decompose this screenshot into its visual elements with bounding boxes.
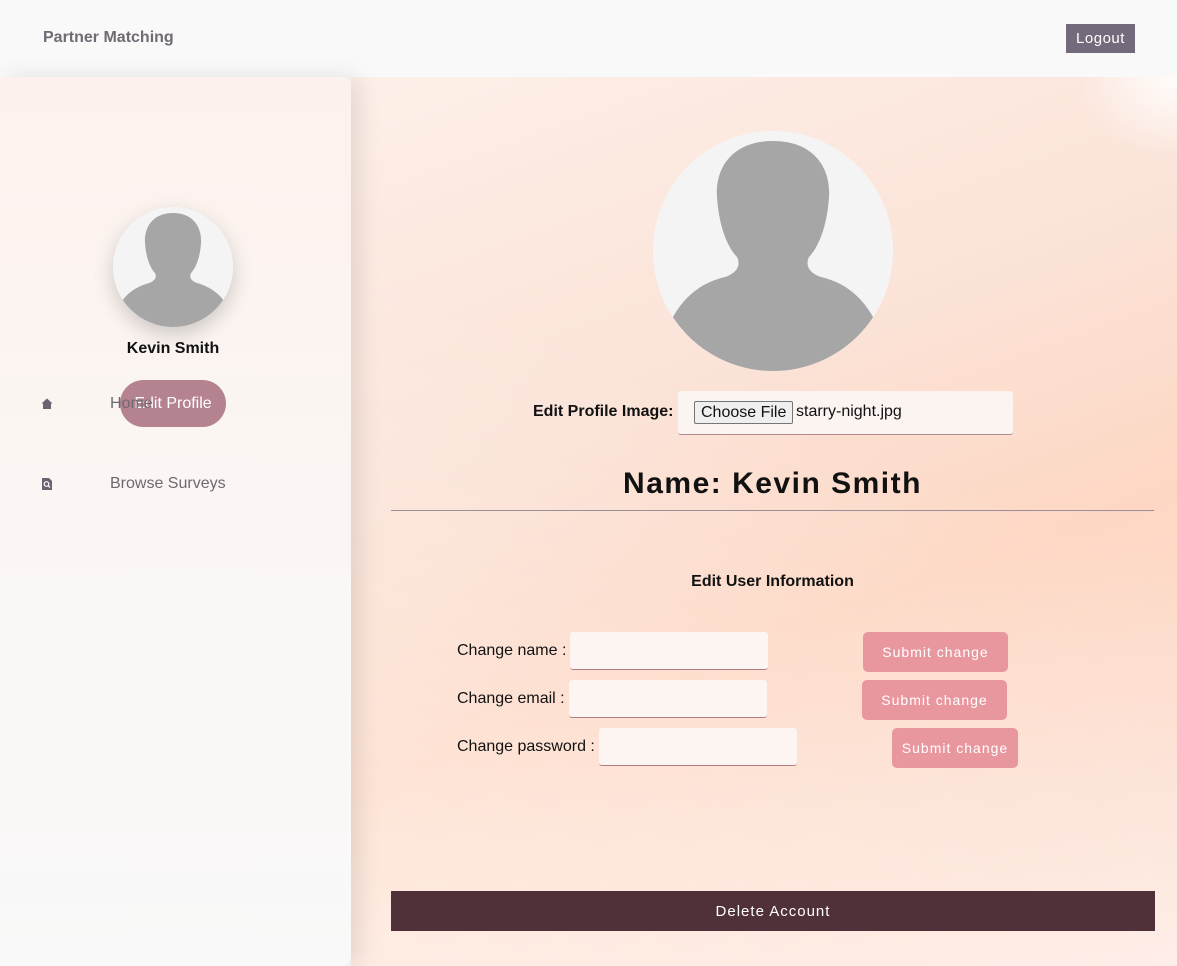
- search-document-icon: [42, 478, 52, 490]
- edit-user-info-title: Edit User Information: [691, 573, 854, 590]
- sidebar-item-label: Browse Surveys: [110, 475, 226, 492]
- change-password-label: Change password :: [457, 738, 595, 755]
- delete-account-button[interactable]: Delete Account: [391, 891, 1155, 931]
- brand-title: Partner Matching: [43, 29, 174, 46]
- sidebar-user-name: Kevin Smith: [126, 340, 220, 357]
- profile-name-heading: Name: Kevin Smith: [623, 467, 922, 500]
- sidebar: Kevin Smith Edit Profile Home Browse Sur…: [0, 77, 351, 966]
- profile-image-file-input[interactable]: Choose File starry-night.jpg: [678, 391, 1013, 435]
- logout-button[interactable]: Logout: [1066, 24, 1135, 53]
- edit-profile-image-label: Edit Profile Image:: [533, 403, 674, 420]
- avatar-placeholder-icon: [113, 207, 233, 327]
- avatar-placeholder-icon: [653, 131, 893, 371]
- choose-file-button[interactable]: Choose File: [694, 401, 794, 424]
- divider: [391, 510, 1154, 511]
- sidebar-item-home[interactable]: Home: [0, 384, 351, 424]
- change-name-label: Change name :: [457, 642, 567, 659]
- submit-name-button[interactable]: Submit change: [863, 632, 1008, 672]
- profile-avatar: [653, 131, 893, 371]
- home-icon: [41, 398, 53, 409]
- selected-file-name: starry-night.jpg: [796, 403, 902, 420]
- submit-email-button[interactable]: Submit change: [862, 680, 1007, 720]
- sidebar-avatar: [113, 207, 233, 327]
- change-name-input[interactable]: [570, 632, 768, 670]
- top-bar: Partner Matching Logout: [0, 0, 1177, 77]
- change-password-input[interactable]: [599, 728, 797, 766]
- change-email-label: Change email :: [457, 690, 565, 707]
- submit-password-button[interactable]: Submit change: [892, 728, 1018, 768]
- change-email-input[interactable]: [569, 680, 767, 718]
- sidebar-item-label: Home: [110, 395, 153, 412]
- sidebar-item-browse-surveys[interactable]: Browse Surveys: [0, 464, 351, 504]
